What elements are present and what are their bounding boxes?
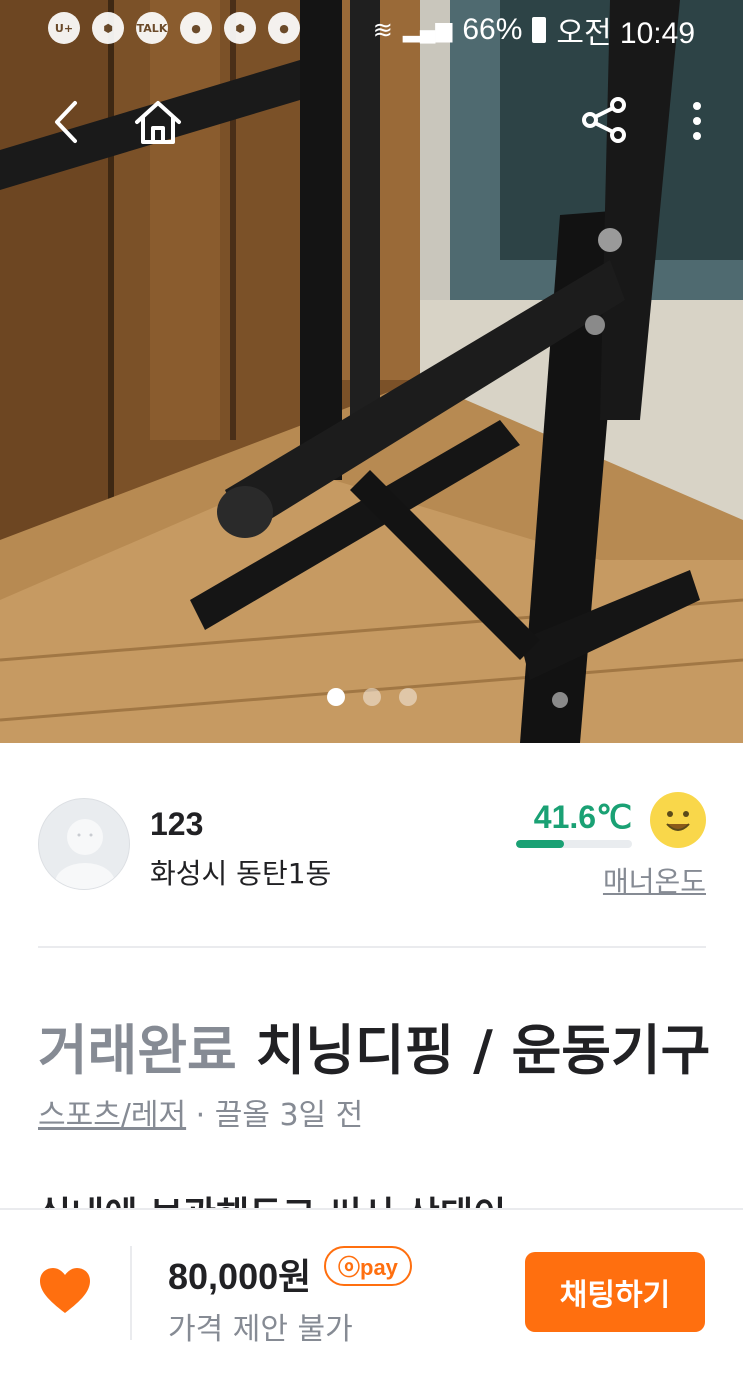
product-image-gallery[interactable]: U+ ⬢ TALK ● ⬢ ● ≋ ▂▄▆ 66% 오전 10:49	[0, 0, 743, 743]
temperature-bar	[516, 840, 632, 848]
manner-temperature-label[interactable]: 매너온도	[603, 860, 706, 900]
kakaotalk-icon: TALK	[136, 12, 168, 44]
smile-face-icon	[650, 792, 706, 848]
notification-icons: U+ ⬢ TALK ● ⬢ ●	[48, 12, 300, 44]
divider	[38, 946, 706, 948]
app-notification-icon-2: ●	[268, 12, 300, 44]
trade-status: 거래완료	[38, 1019, 237, 1082]
bottom-action-bar: 80,000원 ⓞpay 가격 제안 불가 채팅하기	[0, 1208, 743, 1375]
hive-icon: ⬢	[92, 12, 124, 44]
uplus-icon: U+	[48, 12, 80, 44]
like-button[interactable]	[38, 1266, 92, 1316]
share-icon	[582, 97, 626, 143]
product-photo	[0, 0, 743, 743]
seller-name[interactable]: 123	[150, 806, 203, 843]
meta-separator: ·	[186, 1098, 215, 1133]
app-notification-icon: ●	[180, 12, 212, 44]
pager-dot[interactable]	[362, 688, 381, 706]
default-avatar-icon	[55, 819, 115, 889]
battery-percent: 66%	[462, 13, 523, 46]
status-right: ≋ ▂▄▆ 66% 오전 10:49	[373, 8, 695, 52]
vertical-divider	[130, 1246, 132, 1340]
chat-button[interactable]: 채팅하기	[525, 1252, 705, 1332]
price: 80,000원	[168, 1256, 312, 1297]
wifi-icon: ≋	[372, 16, 393, 44]
product-title-text: 치닝디핑 / 운동기구	[255, 1019, 711, 1082]
heart-icon	[40, 1268, 90, 1313]
negotiation-status: 가격 제안 불가	[168, 1312, 353, 1347]
gallery-pager	[0, 688, 743, 706]
seller-location: 화성시 동탄1동	[150, 857, 332, 890]
avatar[interactable]	[38, 798, 130, 890]
product-title: 거래완료 치닝디핑 / 운동기구	[38, 1006, 710, 1085]
signal-icon: ▂▄▆	[402, 17, 453, 42]
pager-dot[interactable]	[398, 688, 417, 706]
share-button[interactable]	[578, 94, 630, 146]
battery-icon	[532, 17, 547, 43]
seller-profile[interactable]: 123 화성시 동탄1동 41.6℃ 매너온도	[38, 792, 706, 900]
hive-icon-2: ⬢	[224, 12, 256, 44]
product-meta: 스포츠/레저 · 끌올 3일 전	[38, 1090, 363, 1134]
more-vertical-icon	[693, 102, 701, 140]
home-button[interactable]	[130, 94, 186, 150]
temperature-value: 41.6℃	[533, 799, 632, 835]
clock: 오전 10:49	[556, 17, 695, 50]
home-icon	[135, 101, 181, 144]
pager-dot-active[interactable]	[326, 688, 345, 706]
bump-time: 끌올 3일 전	[214, 1098, 364, 1133]
back-button[interactable]	[40, 96, 92, 148]
more-button[interactable]	[680, 96, 714, 146]
chevron-left-icon	[55, 101, 77, 143]
pay-badge: ⓞpay	[324, 1246, 412, 1286]
temperature-bar-fill	[516, 840, 565, 848]
category-link[interactable]: 스포츠/레저	[38, 1098, 186, 1133]
status-bar: U+ ⬢ TALK ● ⬢ ● ≋ ▂▄▆ 66% 오전 10:49	[0, 0, 743, 56]
manner-temperature[interactable]: 41.6℃ 매너온도	[506, 792, 706, 900]
